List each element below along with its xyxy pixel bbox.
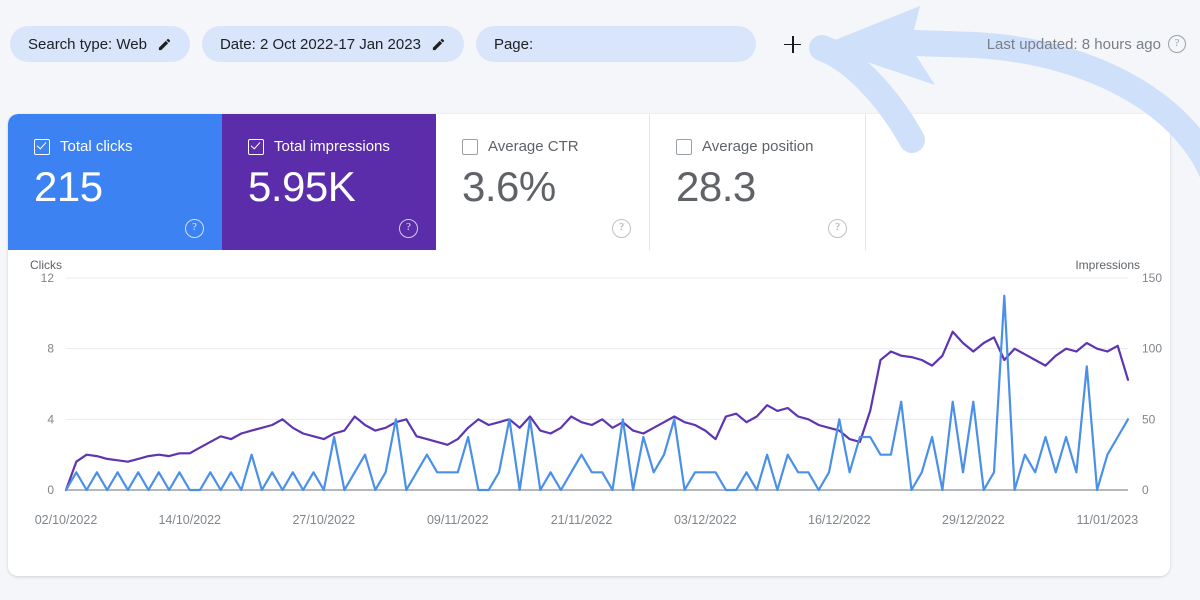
svg-text:14/10/2022: 14/10/2022 xyxy=(158,513,221,527)
metric-tile-average-position[interactable]: Average position 28.3 ? xyxy=(650,114,866,250)
last-updated-status: Last updated: 8 hours ago ? xyxy=(987,35,1186,53)
checkbox-unchecked-icon[interactable] xyxy=(676,138,692,155)
question-circle-icon[interactable]: ? xyxy=(185,219,204,238)
metric-tile-average-ctr[interactable]: Average CTR 3.6% ? xyxy=(436,114,650,250)
checkbox-checked-icon[interactable] xyxy=(248,138,264,155)
svg-text:50: 50 xyxy=(1142,412,1156,426)
plus-icon xyxy=(784,35,802,53)
question-circle-icon[interactable]: ? xyxy=(612,219,631,238)
add-filter-button[interactable] xyxy=(776,27,810,61)
svg-text:21/11/2022: 21/11/2022 xyxy=(551,513,613,527)
question-circle-icon[interactable]: ? xyxy=(828,219,847,238)
metric-value: 215 xyxy=(34,163,103,210)
filter-chip-search-type[interactable]: Search type: Web xyxy=(10,26,190,62)
metric-label: Total clicks xyxy=(60,138,133,155)
filter-chip-date[interactable]: Date: 2 Oct 2022-17 Jan 2023 xyxy=(201,26,464,62)
page-label: Page: xyxy=(493,35,534,53)
last-updated-label: Last updated: 8 hours ago xyxy=(986,35,1161,53)
svg-text:0: 0 xyxy=(1142,483,1149,497)
svg-text:16/12/2022: 16/12/2022 xyxy=(808,513,871,527)
svg-text:11/01/2023: 11/01/2023 xyxy=(1077,513,1139,527)
svg-text:02/10/2022: 02/10/2022 xyxy=(35,513,98,527)
svg-text:27/10/2022: 27/10/2022 xyxy=(292,513,355,527)
metric-header: Average position xyxy=(676,138,865,155)
svg-text:0: 0 xyxy=(47,483,54,497)
question-circle-icon[interactable]: ? xyxy=(399,219,418,238)
svg-text:09/11/2022: 09/11/2022 xyxy=(427,513,489,527)
checkbox-checked-icon[interactable] xyxy=(34,138,50,155)
search-type-label: Search type: Web xyxy=(28,35,147,53)
chart-canvas: 0 4 8 12 0 50 100 150 02/10/2022 14/10/2022 27/10/… xyxy=(35,271,1163,527)
search-console-performance-page: Search type: Web Date: 2 Oct 2022-17 Jan… xyxy=(0,0,1200,600)
svg-text:100: 100 xyxy=(1142,342,1162,356)
metric-value: 28.3 xyxy=(676,163,756,210)
metric-header: Total impressions xyxy=(248,138,436,155)
metric-tile-total-clicks[interactable]: Total clicks 215 ? xyxy=(8,114,222,250)
metric-header: Total clicks xyxy=(34,138,222,155)
svg-text:4: 4 xyxy=(47,412,54,426)
svg-text:150: 150 xyxy=(1142,271,1162,285)
svg-text:29/12/2022: 29/12/2022 xyxy=(942,513,1005,527)
performance-chart: Clicks Impressions 0 4 8 12 0 50 100 150 02/10/2… xyxy=(8,250,1170,576)
svg-text:03/12/2022: 03/12/2022 xyxy=(674,513,737,527)
question-circle-icon[interactable]: ? xyxy=(1168,35,1186,53)
performance-card: Total clicks 215 ? Total impressions 5.9… xyxy=(8,114,1170,576)
metric-label: Total impressions xyxy=(274,138,390,155)
filter-chip-page[interactable]: Page: xyxy=(475,26,756,62)
filter-bar: Search type: Web Date: 2 Oct 2022-17 Jan… xyxy=(0,0,1200,88)
date-label: Date: 2 Oct 2022-17 Jan 2023 xyxy=(219,35,421,53)
metric-value: 5.95K xyxy=(248,163,356,210)
pencil-icon[interactable] xyxy=(431,37,446,52)
svg-text:8: 8 xyxy=(47,342,54,356)
metric-header: Average CTR xyxy=(462,138,649,155)
svg-text:12: 12 xyxy=(41,271,55,285)
metric-label: Average position xyxy=(702,138,814,155)
checkbox-unchecked-icon[interactable] xyxy=(462,138,478,155)
pencil-icon[interactable] xyxy=(157,37,172,52)
metric-label: Average CTR xyxy=(488,138,579,155)
metric-tile-total-impressions[interactable]: Total impressions 5.95K ? xyxy=(222,114,436,250)
metric-tiles: Total clicks 215 ? Total impressions 5.9… xyxy=(8,114,866,250)
metric-value: 3.6% xyxy=(462,163,556,210)
